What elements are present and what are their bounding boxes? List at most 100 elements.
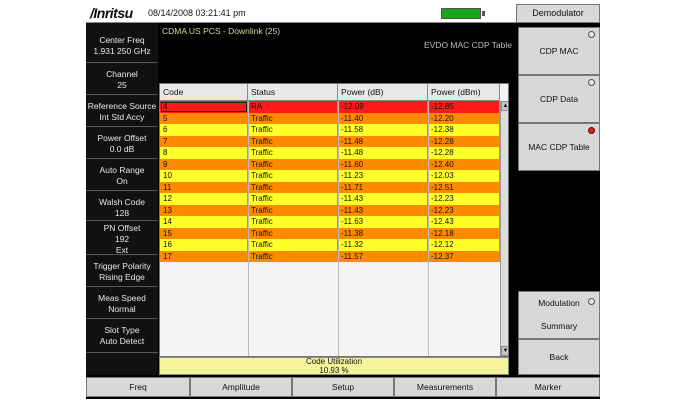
table-row[interactable]: 6 Traffic -11.58 -12.38 xyxy=(160,124,500,136)
cell-status: Traffic xyxy=(248,147,338,159)
cell-code: 5 xyxy=(160,112,248,124)
radio-indicator-icon xyxy=(588,31,595,38)
parameter-label: Channel xyxy=(106,69,138,79)
cell-power-db: -11.57 xyxy=(338,250,428,262)
parameter-value: Normal xyxy=(108,304,136,314)
table-row[interactable]: 10 Traffic -11.23 -12.03 xyxy=(160,170,500,182)
cell-status: Traffic xyxy=(248,239,338,251)
parameter-value: 128 xyxy=(114,208,130,218)
table-row[interactable]: 11 Traffic -11.71 -12.51 xyxy=(160,181,500,193)
column-divider xyxy=(248,101,249,356)
tab-setup[interactable]: Setup xyxy=(292,377,394,397)
table-row[interactable]: 17 Traffic -11.57 -12.37 xyxy=(160,250,500,262)
status-header: /Inritsu 08/14/2008 03:21:41 pm xyxy=(86,4,516,23)
cell-status: Traffic xyxy=(248,227,338,239)
cell-power-dbm: -12.43 xyxy=(428,216,500,228)
mac-cdp-table-button[interactable]: MAC CDP Table xyxy=(518,123,600,171)
code-utilization-value: 10.93 % xyxy=(319,365,349,375)
summary-label: Summary xyxy=(540,321,578,331)
back-hint: <-- xyxy=(518,364,528,373)
modulation-summary-button[interactable]: Modulation Summary xyxy=(518,291,600,339)
back-button[interactable]: Back xyxy=(518,339,600,375)
cell-power-dbm: -12.37 xyxy=(428,250,500,262)
scroll-up-icon[interactable]: ▲ xyxy=(501,101,508,111)
cell-code: 11 xyxy=(160,181,248,193)
parameter-label: PN Offset xyxy=(103,223,141,233)
table-row[interactable]: 14 Traffic -11.63 -12.43 xyxy=(160,216,500,228)
cell-code: 8 xyxy=(160,147,248,159)
cell-status: Traffic xyxy=(248,193,338,205)
tab-measurements[interactable]: Measurements xyxy=(394,377,496,397)
cdp-mac-label: CDP MAC xyxy=(539,46,579,56)
table-row[interactable]: 13 Traffic -11.43 -12.23 xyxy=(160,204,500,216)
cell-power-db: -11.43 xyxy=(338,204,428,216)
tab-marker[interactable]: Marker xyxy=(496,377,600,397)
cell-code: 7 xyxy=(160,135,248,147)
cell-code: 13 xyxy=(160,204,248,216)
brand-logo: /Inritsu xyxy=(90,5,133,21)
scroll-down-icon[interactable]: ▼ xyxy=(501,346,508,356)
parameter-label: Slot Type xyxy=(104,325,140,335)
parameter-label: Reference Source xyxy=(87,101,157,111)
table-row[interactable]: 9 Traffic -11.60 -12.40 xyxy=(160,158,500,170)
parameter-value: 25 xyxy=(117,80,127,90)
table-row[interactable]: 12 Traffic -11.43 -12.23 xyxy=(160,193,500,205)
parameter-label: Auto Range xyxy=(99,165,145,175)
parameter-item: Meas Speed Normal xyxy=(86,287,158,319)
table-row[interactable]: 15 Traffic -11.38 -12.18 xyxy=(160,227,500,239)
tab-amplitude[interactable]: Amplitude xyxy=(190,377,292,397)
parameter-value: 0.0 dB xyxy=(109,144,135,154)
cdp-mac-button[interactable]: CDP MAC xyxy=(518,27,600,75)
cell-status: Traffic xyxy=(248,135,338,147)
cell-power-db: -11.63 xyxy=(338,216,428,228)
cdp-table: Code Status Power (dB) Power (dBm) 4 RA -1… xyxy=(159,83,509,357)
parameter-value: On xyxy=(116,176,128,186)
parameter-value: Int Std Accy xyxy=(99,112,145,122)
parameter-item: Power Offset 0.0 dB xyxy=(86,127,158,159)
parameter-value: Auto Detect xyxy=(99,336,145,346)
battery-icon xyxy=(441,8,481,19)
parameter-label: Trigger Polarity xyxy=(93,261,151,271)
radio-indicator-icon xyxy=(588,79,595,86)
cell-code: 12 xyxy=(160,193,248,205)
cell-power-dbm: -12.03 xyxy=(428,170,500,182)
parameter-item: Reference Source Int Std Accy xyxy=(86,95,158,127)
cell-status: Traffic xyxy=(248,170,338,182)
cell-power-dbm: -12.23 xyxy=(428,193,500,205)
cell-status: Traffic xyxy=(248,250,338,262)
parameter-item: Walsh Code 128 xyxy=(86,191,158,221)
active-indicator-icon xyxy=(588,127,595,134)
back-label: Back xyxy=(549,352,569,362)
cell-power-db: -11.32 xyxy=(338,239,428,251)
table-scrollbar[interactable]: ▲ ▼ xyxy=(500,101,508,356)
cell-power-dbm: -12.12 xyxy=(428,239,500,251)
parameter-label: Walsh Code xyxy=(99,197,145,207)
cell-power-dbm: -12.85 xyxy=(428,101,500,113)
table-row[interactable]: 4 RA -12.09 -12.85 xyxy=(160,101,500,113)
parameter-item: PN Offset 192 Ext xyxy=(86,221,158,255)
cell-code: 17 xyxy=(160,250,248,262)
cdp-data-label: CDP Data xyxy=(539,94,579,104)
parameter-item: Channel 25 xyxy=(86,63,158,95)
battery-tip-icon xyxy=(482,11,485,16)
table-row[interactable]: 5 Traffic -11.40 -12.20 xyxy=(160,112,500,124)
cell-power-dbm: -12.20 xyxy=(428,112,500,124)
cdp-data-button[interactable]: CDP Data xyxy=(518,75,600,123)
table-row[interactable]: 7 Traffic -11.48 -12.28 xyxy=(160,135,500,147)
cell-power-dbm: -12.38 xyxy=(428,124,500,136)
cell-power-db: -11.48 xyxy=(338,135,428,147)
cell-power-dbm: -12.18 xyxy=(428,227,500,239)
table-row[interactable]: 8 Traffic -11.48 -12.28 xyxy=(160,147,500,159)
table-row[interactable]: 16 Traffic -11.32 -12.12 xyxy=(160,239,500,251)
cell-code: 14 xyxy=(160,216,248,228)
parameter-item: Center Freq 1.931 250 GHz xyxy=(86,29,158,63)
tab-freq[interactable]: Freq xyxy=(86,377,190,397)
cell-code: 15 xyxy=(160,227,248,239)
cell-power-db: -11.58 xyxy=(338,124,428,136)
cell-code: 10 xyxy=(160,170,248,182)
instrument-screen: /Inritsu 08/14/2008 03:21:41 pm Demodula… xyxy=(86,4,600,399)
parameter-item: Auto Range On xyxy=(86,159,158,191)
column-divider xyxy=(428,101,429,356)
table-title: EVDO MAC CDP Table xyxy=(423,40,512,50)
cell-status: Traffic xyxy=(248,204,338,216)
